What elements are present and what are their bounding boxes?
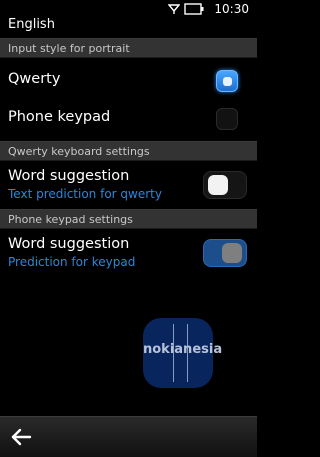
toggle-knob xyxy=(208,175,228,195)
status-bar: 10:30 xyxy=(0,0,257,16)
radio-selected-dot xyxy=(223,77,232,86)
section-header-input-style: Input style for portrait xyxy=(0,38,257,58)
option-phone-keypad-label: Phone keypad xyxy=(8,109,111,125)
watermark-text: nokianesia xyxy=(143,342,223,357)
battery-icon xyxy=(184,3,204,15)
qwerty-word-suggestion-label: Word suggestion xyxy=(8,168,130,184)
watermark-logo: nokianesia xyxy=(143,318,223,388)
status-icons: 10:30 xyxy=(168,2,249,16)
keypad-word-suggestion-toggle[interactable] xyxy=(203,239,247,267)
keypad-word-suggestion-label: Word suggestion xyxy=(8,236,130,252)
status-time: 10:30 xyxy=(214,2,249,16)
bottom-toolbar xyxy=(0,416,257,457)
phone-keypad-radio[interactable] xyxy=(216,108,238,130)
qwerty-word-suggestion-sublabel: Text prediction for qwerty xyxy=(8,187,162,201)
section-header-qwerty-settings: Qwerty keyboard settings xyxy=(0,141,257,161)
toggle-knob xyxy=(222,243,242,263)
back-arrow-icon[interactable] xyxy=(10,427,32,447)
section-header-keypad-settings: Phone keypad settings xyxy=(0,209,257,229)
option-qwerty-label: Qwerty xyxy=(8,71,61,87)
keypad-word-suggestion-sublabel: Prediction for keypad xyxy=(8,255,136,269)
qwerty-radio[interactable] xyxy=(216,70,238,92)
signal-icon xyxy=(168,4,181,14)
page-title: English xyxy=(8,17,55,32)
qwerty-word-suggestion-toggle[interactable] xyxy=(203,171,247,199)
option-qwerty[interactable]: Qwerty xyxy=(0,60,257,102)
keypad-word-suggestion-row[interactable]: Word suggestion Prediction for keypad xyxy=(0,230,257,276)
qwerty-word-suggestion-row[interactable]: Word suggestion Text prediction for qwer… xyxy=(0,162,257,208)
option-phone-keypad[interactable]: Phone keypad xyxy=(0,100,257,140)
